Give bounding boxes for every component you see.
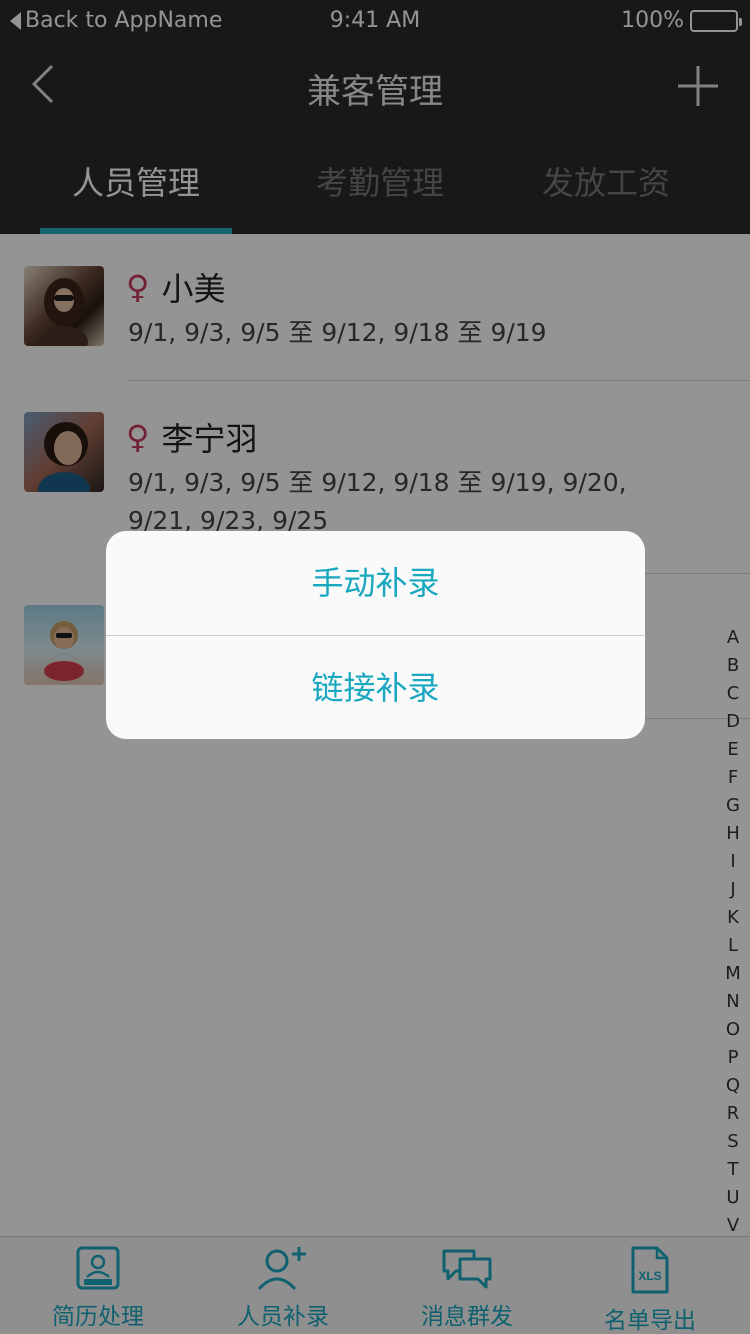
link-entry-button[interactable]: 链接补录 bbox=[106, 636, 645, 739]
manual-entry-button[interactable]: 手动补录 bbox=[106, 531, 645, 635]
action-dialog: 手动补录 链接补录 bbox=[106, 531, 645, 739]
